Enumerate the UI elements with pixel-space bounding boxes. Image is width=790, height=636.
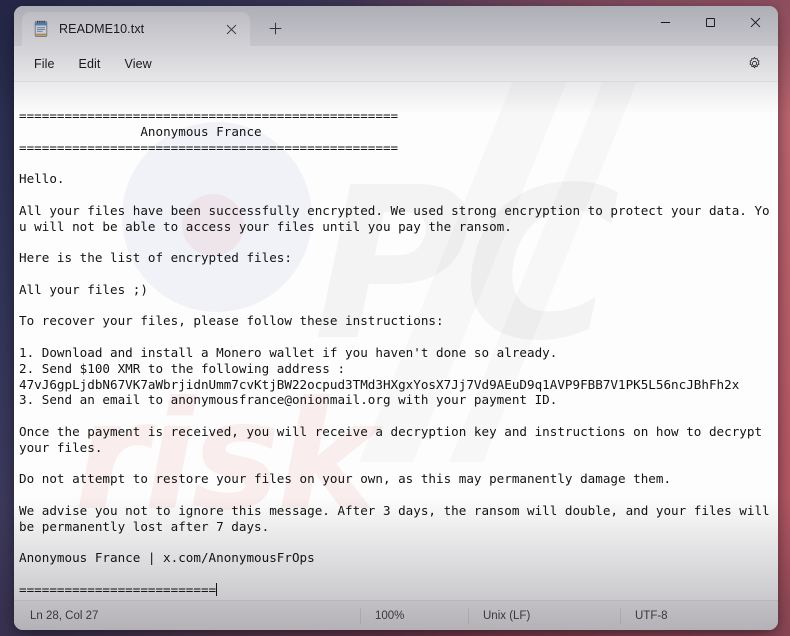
- status-zoom-level[interactable]: 100%: [360, 607, 468, 624]
- tab-title: README10.txt: [59, 22, 145, 36]
- editor-area[interactable]: PC risk ================================…: [14, 82, 778, 600]
- menu-item-view[interactable]: View: [113, 52, 164, 76]
- window-controls: [643, 6, 778, 46]
- desktop-background: README10.txt File Edit View PC risk ====…: [0, 0, 790, 636]
- close-tab-icon[interactable]: [220, 18, 242, 40]
- notepad-icon: [32, 20, 50, 38]
- tab-strip: README10.txt: [14, 6, 290, 46]
- minimize-button[interactable]: [643, 6, 688, 38]
- menu-item-file[interactable]: File: [22, 52, 67, 76]
- note-text: ========================================…: [19, 108, 770, 597]
- tab-readme10[interactable]: README10.txt: [22, 12, 250, 46]
- menu-bar: File Edit View: [14, 46, 778, 82]
- status-line-ending[interactable]: Unix (LF): [468, 607, 620, 624]
- new-tab-button[interactable]: [260, 13, 290, 43]
- close-window-button[interactable]: [733, 6, 778, 38]
- text-caret: [216, 582, 218, 596]
- gear-icon[interactable]: [740, 50, 768, 78]
- status-cursor-position: Ln 28, Col 27: [30, 609, 99, 622]
- notepad-window: README10.txt File Edit View PC risk ====…: [14, 6, 778, 630]
- text-content[interactable]: ========================================…: [14, 82, 778, 600]
- window-drag-region: [290, 6, 643, 46]
- maximize-button[interactable]: [688, 6, 733, 38]
- menu-item-edit[interactable]: Edit: [67, 52, 113, 76]
- status-encoding[interactable]: UTF-8: [620, 607, 778, 624]
- status-bar: Ln 28, Col 27 100% Unix (LF) UTF-8: [14, 600, 778, 630]
- title-bar: README10.txt: [14, 6, 778, 46]
